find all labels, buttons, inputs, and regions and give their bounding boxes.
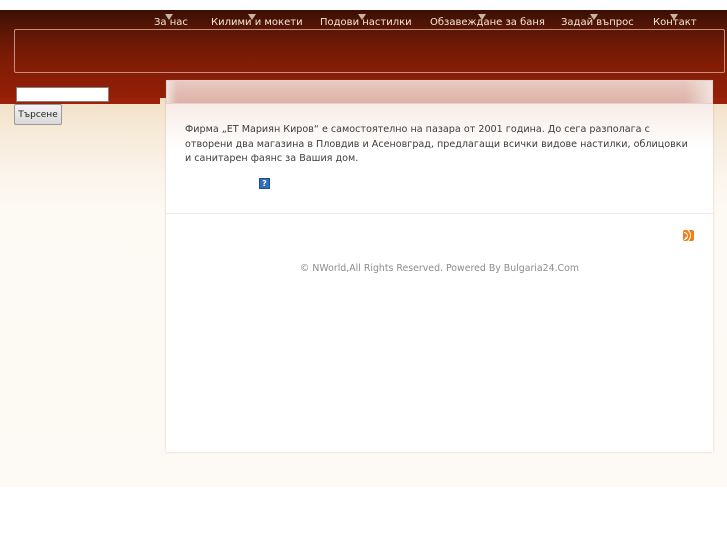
nav-item-bathroom[interactable]: Обзавеждане за баня <box>430 14 545 28</box>
main-content: Фирма „ЕТ Мариян Киров“ е самостоятелно … <box>166 80 713 452</box>
nav-item-contact[interactable]: Контакт <box>653 14 697 28</box>
top-strip <box>0 0 727 10</box>
copyright-text: © NWorld,All Rights Reserved. Powered By… <box>300 263 579 274</box>
page: За нас Килими и мокети Подови настилки О… <box>0 0 727 545</box>
chevron-down-icon <box>358 14 366 20</box>
rss-icon[interactable] <box>683 230 694 241</box>
nav-item-label: Обзавеждане за баня <box>430 17 545 28</box>
intro-text: Фирма „ЕТ Мариян Киров“ е самостоятелно … <box>185 124 688 164</box>
help-icon[interactable]: ? <box>259 178 270 189</box>
header-band-right <box>713 98 727 104</box>
nav-item-about[interactable]: За нас <box>154 14 188 28</box>
rss-dot <box>685 237 687 239</box>
nav-item-carpets[interactable]: Килими и мокети <box>211 14 303 28</box>
header-frame <box>14 29 725 73</box>
nav-item-label: Килими и мокети <box>211 17 303 28</box>
divider <box>166 213 713 214</box>
chevron-down-icon <box>248 14 256 20</box>
content-header <box>166 80 713 104</box>
chevron-down-icon <box>670 14 678 20</box>
nav-item-flooring[interactable]: Подови настилки <box>320 14 412 28</box>
main-nav: За нас Килими и мокети Подови настилки О… <box>0 10 727 30</box>
search-button[interactable]: Търсене <box>14 104 62 125</box>
chevron-down-icon <box>165 14 173 20</box>
nav-item-ask-question[interactable]: Задай въпрос <box>561 14 634 28</box>
chevron-down-icon <box>590 14 598 20</box>
chevron-down-icon <box>478 14 486 20</box>
search-input[interactable] <box>16 87 109 102</box>
